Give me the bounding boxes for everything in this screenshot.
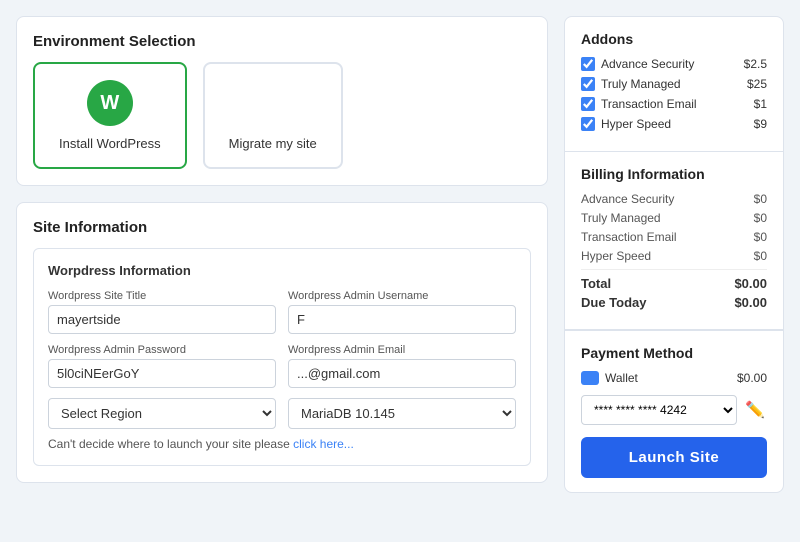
billing-card: Billing Information Advance Security $0 …	[564, 151, 784, 330]
billing-row-3: Hyper Speed $0	[581, 249, 767, 263]
addons-card: Addons Advance Security $2.5 Truly Manag…	[564, 16, 784, 151]
billing-label-1: Truly Managed	[581, 211, 661, 225]
admin-username-input[interactable]	[288, 305, 516, 334]
site-information-card: Site Information Worpdress Information W…	[16, 202, 548, 483]
due-today-value: $0.00	[734, 295, 767, 310]
env-option-migrate[interactable]: Migrate my site	[203, 62, 343, 169]
card-select-row: **** **** **** 4242 ✏️	[581, 395, 767, 425]
wallet-icon	[581, 371, 599, 385]
admin-password-label: Wordpress Admin Password	[48, 344, 276, 356]
addon-price-3: $9	[754, 117, 767, 131]
env-option-install-wp[interactable]: W Install WordPress	[33, 62, 187, 169]
env-section-title: Environment Selection	[33, 33, 531, 50]
form-row-2: Wordpress Admin Password Wordpress Admin…	[48, 344, 516, 388]
admin-email-group: Wordpress Admin Email	[288, 344, 516, 388]
region-select-group: Select Region US East US West EU West As…	[48, 398, 276, 429]
wp-info-title: Worpdress Information	[48, 263, 516, 278]
payment-method-card: Payment Method Wallet $0.00 **** **** **…	[564, 330, 784, 493]
hint-text: Can't decide where to launch your site p…	[48, 437, 516, 451]
addon-name-0: Advance Security	[601, 57, 694, 71]
billing-title: Billing Information	[581, 166, 767, 182]
wallet-label: Wallet	[605, 371, 638, 385]
addon-row-3: Hyper Speed $9	[581, 117, 767, 131]
admin-email-label: Wordpress Admin Email	[288, 344, 516, 356]
billing-total-row: Total $0.00	[581, 269, 767, 291]
form-row-1: Wordpress Site Title Wordpress Admin Use…	[48, 290, 516, 334]
region-select[interactable]: Select Region US East US West EU West As…	[48, 398, 276, 429]
billing-row-0: Advance Security $0	[581, 192, 767, 206]
environment-selection-card: Environment Selection W Install WordPres…	[16, 16, 548, 186]
env-option-install-wp-label: Install WordPress	[59, 136, 161, 151]
wordpress-icon: W	[87, 80, 133, 126]
addon-price-2: $1	[754, 97, 767, 111]
site-info-title: Site Information	[33, 219, 531, 236]
select-row: Select Region US East US West EU West As…	[48, 398, 516, 429]
wallet-row: Wallet $0.00	[581, 371, 767, 385]
billing-row-2: Transaction Email $0	[581, 230, 767, 244]
addon-name-2: Transaction Email	[601, 97, 697, 111]
due-today-row: Due Today $0.00	[581, 295, 767, 310]
db-select-group: MariaDB 10.145 MariaDB 10.6 MySQL 8.0	[288, 398, 516, 429]
admin-password-group: Wordpress Admin Password	[48, 344, 276, 388]
addon-name-3: Hyper Speed	[601, 117, 671, 131]
payment-method-title: Payment Method	[581, 345, 767, 361]
env-option-migrate-label: Migrate my site	[229, 136, 317, 151]
billing-label-2: Transaction Email	[581, 230, 677, 244]
addon-checkbox-2[interactable]	[581, 97, 595, 111]
addon-name-1: Truly Managed	[601, 77, 681, 91]
due-today-label: Due Today	[581, 295, 647, 310]
addon-row-2: Transaction Email $1	[581, 97, 767, 111]
addon-price-1: $25	[747, 77, 767, 91]
site-title-input[interactable]	[48, 305, 276, 334]
site-title-label: Wordpress Site Title	[48, 290, 276, 302]
billing-row-1: Truly Managed $0	[581, 211, 767, 225]
wp-info-box: Worpdress Information Wordpress Site Tit…	[33, 248, 531, 466]
hint-link[interactable]: click here...	[293, 437, 354, 451]
card-number-select[interactable]: **** **** **** 4242	[581, 395, 737, 425]
addon-checkbox-3[interactable]	[581, 117, 595, 131]
site-title-group: Wordpress Site Title	[48, 290, 276, 334]
billing-label-3: Hyper Speed	[581, 249, 651, 263]
billing-value-0: $0	[754, 192, 767, 206]
billing-value-1: $0	[754, 211, 767, 225]
billing-label-0: Advance Security	[581, 192, 674, 206]
addon-checkbox-0[interactable]	[581, 57, 595, 71]
total-value: $0.00	[734, 276, 767, 291]
wallet-amount: $0.00	[737, 371, 767, 385]
left-panel: Environment Selection W Install WordPres…	[16, 16, 548, 493]
admin-username-group: Wordpress Admin Username	[288, 290, 516, 334]
addon-row-1: Truly Managed $25	[581, 77, 767, 91]
addon-checkbox-1[interactable]	[581, 77, 595, 91]
addons-title: Addons	[581, 31, 767, 47]
edit-card-button[interactable]: ✏️	[743, 398, 767, 422]
addon-row-0: Advance Security $2.5	[581, 57, 767, 71]
right-panel: Addons Advance Security $2.5 Truly Manag…	[564, 16, 784, 493]
env-options: W Install WordPress Migrate my site	[33, 62, 531, 169]
billing-value-2: $0	[754, 230, 767, 244]
admin-password-input[interactable]	[48, 359, 276, 388]
admin-email-input[interactable]	[288, 359, 516, 388]
billing-value-3: $0	[754, 249, 767, 263]
launch-site-button[interactable]: Launch Site	[581, 437, 767, 478]
db-select[interactable]: MariaDB 10.145 MariaDB 10.6 MySQL 8.0	[288, 398, 516, 429]
admin-username-label: Wordpress Admin Username	[288, 290, 516, 302]
migrate-placeholder-icon	[250, 80, 296, 126]
addon-price-0: $2.5	[744, 57, 767, 71]
total-label: Total	[581, 276, 611, 291]
